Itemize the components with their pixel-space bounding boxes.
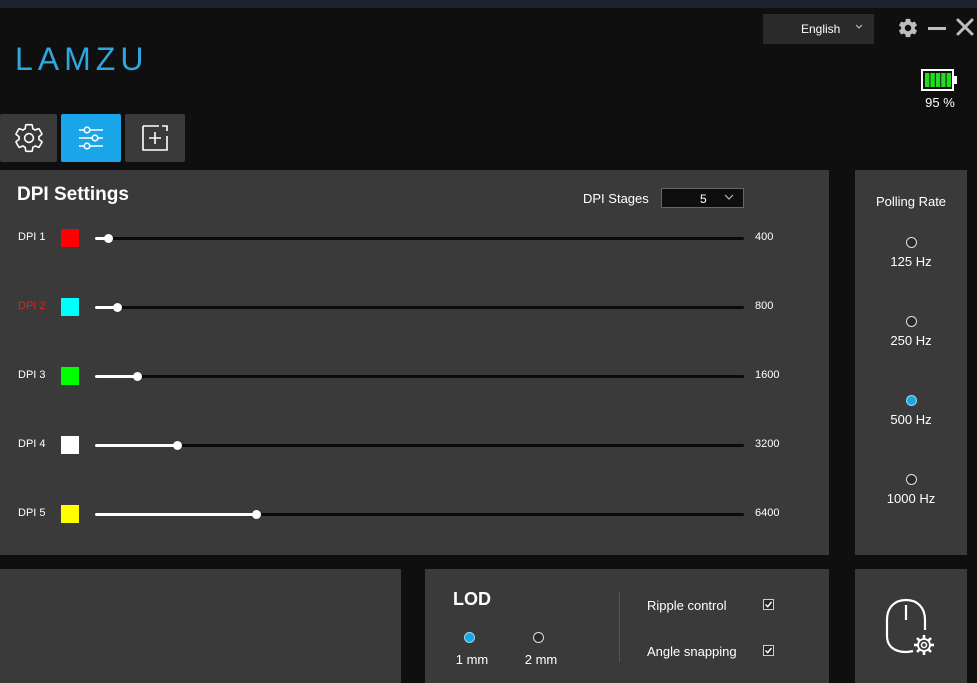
dpi-slider-thumb[interactable]	[103, 234, 113, 243]
dpi-slider[interactable]	[95, 372, 744, 381]
dpi-row: DPI 2 800	[0, 297, 829, 317]
dpi-label[interactable]: DPI 2	[18, 300, 46, 312]
dpi-value: 800	[755, 300, 774, 312]
polling-option[interactable]: 500 Hz	[855, 395, 967, 435]
dpi-stages-label: DPI Stages	[583, 191, 649, 206]
radio-button[interactable]	[906, 474, 917, 485]
dpi-value: 3200	[755, 438, 780, 450]
lod-divider	[619, 592, 620, 662]
ripple-control-checkbox[interactable]	[763, 599, 774, 610]
dpi-slider-thumb[interactable]	[251, 510, 261, 519]
dpi-label[interactable]: DPI 5	[18, 507, 46, 519]
window-top-strip	[0, 0, 977, 8]
language-value: English	[801, 22, 841, 36]
dpi-stages-value: 5	[700, 192, 707, 206]
gear-icon[interactable]	[897, 17, 919, 39]
radio-button[interactable]	[533, 632, 544, 643]
dpi-row: DPI 4 3200	[0, 435, 829, 455]
dpi-row: DPI 5 6400	[0, 504, 829, 524]
chevron-down-icon	[724, 194, 734, 200]
sliders-icon	[79, 126, 103, 150]
battery-cell	[925, 73, 930, 87]
dpi-row: DPI 3 1600	[0, 366, 829, 386]
lod-option[interactable]: 1 mm	[452, 632, 492, 672]
dpi-slider-fill	[95, 375, 138, 378]
battery-percent: 95 %	[925, 95, 955, 110]
dpi-row: DPI 1 400	[0, 228, 829, 248]
dpi-stages-select[interactable]: 5	[661, 188, 744, 208]
dpi-slider-thumb[interactable]	[113, 303, 123, 312]
radio-button[interactable]	[906, 316, 917, 327]
language-select[interactable]: English	[763, 14, 874, 44]
battery-cell	[941, 73, 946, 87]
dpi-color-swatch[interactable]	[61, 367, 79, 385]
tab-performance[interactable]	[61, 114, 121, 162]
empty-panel	[0, 569, 401, 683]
dpi-value: 1600	[755, 369, 780, 381]
dpi-label[interactable]: DPI 1	[18, 231, 46, 243]
polling-option[interactable]: 125 Hz	[855, 237, 967, 277]
check-icon	[765, 647, 773, 654]
gear-icon	[14, 123, 43, 153]
angle-snapping-checkbox[interactable]	[763, 645, 774, 656]
dpi-color-swatch[interactable]	[61, 229, 79, 247]
dpi-slider-thumb[interactable]	[172, 441, 182, 450]
lod-option-label: 2 mm	[524, 652, 558, 667]
dpi-value: 6400	[755, 507, 780, 519]
ripple-control-label: Ripple control	[647, 598, 727, 613]
polling-option-label: 125 Hz	[890, 254, 932, 269]
dpi-value: 400	[755, 231, 774, 243]
polling-option-label: 500 Hz	[890, 412, 932, 427]
dpi-slider-fill	[95, 444, 177, 447]
battery-cell	[935, 73, 941, 87]
dpi-settings-title: DPI Settings	[17, 184, 129, 205]
dpi-color-swatch[interactable]	[61, 505, 79, 523]
dpi-slider[interactable]	[95, 234, 744, 243]
radio-button[interactable]	[464, 632, 475, 643]
macro-plus-icon	[142, 125, 168, 151]
dpi-slider[interactable]	[95, 303, 744, 312]
minimize-icon[interactable]	[928, 27, 946, 30]
polling-option[interactable]: 250 Hz	[855, 316, 967, 356]
lod-title: LOD	[453, 589, 491, 609]
tab-macro[interactable]	[125, 114, 185, 162]
dpi-label[interactable]: DPI 3	[18, 369, 46, 381]
polling-option[interactable]: 1000 Hz	[855, 474, 967, 514]
logo-text: LAMZU	[15, 41, 148, 76]
polling-option-label: 250 Hz	[890, 333, 932, 348]
chevron-down-icon	[855, 24, 863, 29]
lod-option-label: 1 mm	[455, 652, 489, 667]
angle-snapping-label: Angle snapping	[647, 644, 737, 659]
mouse-settings-icon[interactable]	[884, 598, 940, 660]
dpi-slider-fill	[95, 513, 256, 516]
dpi-label[interactable]: DPI 4	[18, 438, 46, 450]
lamzu-logo: LAMZU	[15, 41, 148, 76]
battery-icon	[921, 69, 957, 91]
check-icon	[765, 601, 773, 608]
dpi-color-swatch[interactable]	[61, 436, 79, 454]
lod-option[interactable]: 2 mm	[521, 632, 561, 672]
dpi-color-swatch[interactable]	[61, 298, 79, 316]
tab-general-settings[interactable]	[0, 114, 57, 162]
battery-cell	[930, 73, 935, 87]
radio-button[interactable]	[906, 395, 917, 406]
close-icon[interactable]	[955, 17, 975, 37]
polling-option-label: 1000 Hz	[886, 491, 936, 506]
dpi-slider[interactable]	[95, 510, 744, 519]
polling-rate-title: Polling Rate	[875, 194, 947, 209]
dpi-slider[interactable]	[95, 441, 744, 450]
radio-button[interactable]	[906, 237, 917, 248]
battery-cell	[946, 73, 951, 87]
dpi-slider-thumb[interactable]	[133, 372, 143, 381]
